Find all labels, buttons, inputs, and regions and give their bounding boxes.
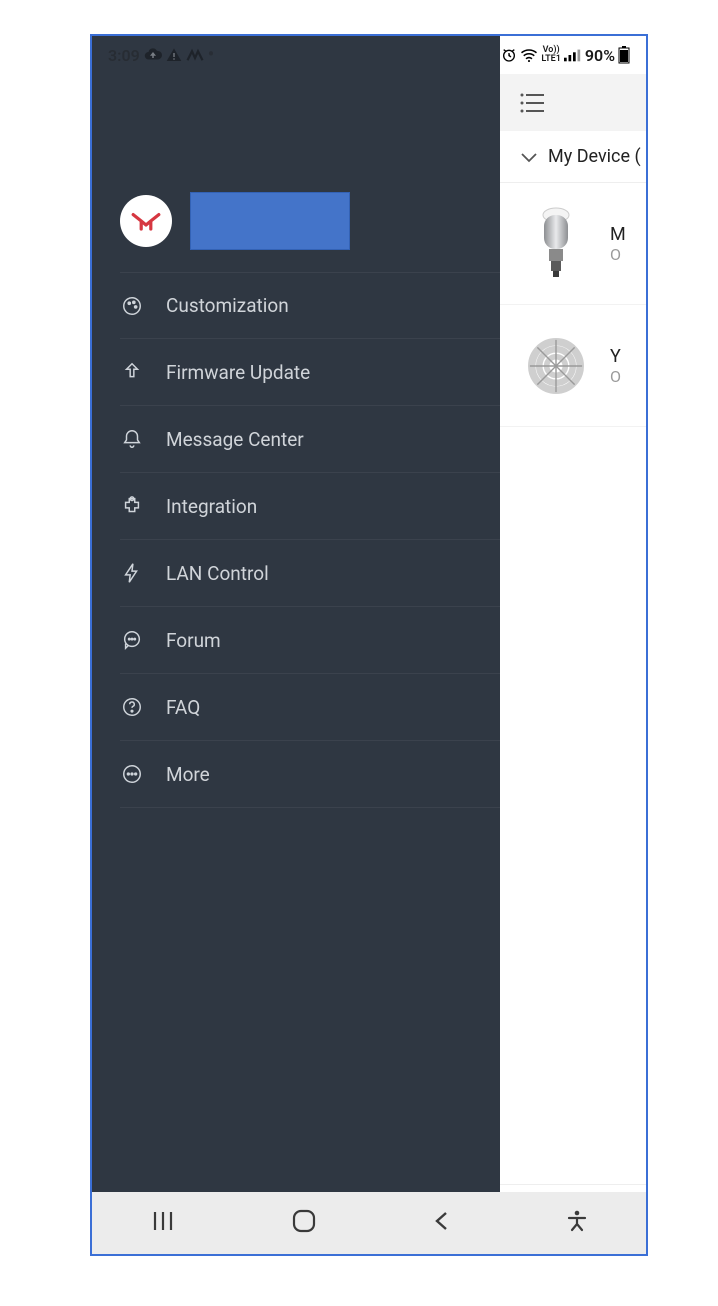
puzzle-icon [120, 495, 144, 517]
volte-net: LTE1 [541, 55, 561, 64]
device-sub: O [610, 245, 626, 264]
menu-integration[interactable]: Integration [120, 473, 500, 540]
navigation-drawer: Customization Firmware Update Message Ce… [92, 36, 500, 1194]
bolt-icon [120, 562, 144, 584]
status-bar: 3:09 • Vo)) LTE1 90% [92, 36, 646, 74]
account-box[interactable] [190, 192, 350, 250]
device-sub: O [610, 367, 621, 386]
status-right: Vo)) LTE1 90% [501, 46, 630, 65]
device-row-strip[interactable]: Y O [500, 305, 648, 427]
palette-icon [120, 295, 144, 317]
strip-thumb [528, 336, 584, 396]
menu-label: Firmware Update [166, 361, 310, 384]
drawer-header [92, 74, 500, 272]
battery-text: 90% [585, 46, 615, 65]
menu-label: LAN Control [166, 562, 269, 585]
device-group-header[interactable]: My Device ( [500, 131, 648, 183]
status-left: 3:09 • [108, 46, 214, 65]
cloud-icon [144, 46, 162, 64]
dot-icon: • [208, 46, 214, 64]
upload-icon [120, 361, 144, 383]
menu-label: Integration [166, 495, 257, 518]
main-panel: My Device ( M O [500, 36, 648, 1194]
recent-apps-button[interactable] [149, 1209, 177, 1237]
menu-label: More [166, 763, 210, 786]
back-button[interactable] [432, 1209, 452, 1237]
status-time: 3:09 [108, 46, 140, 65]
menu-list: Customization Firmware Update Message Ce… [92, 272, 500, 808]
device-title: Y [610, 346, 621, 367]
accessibility-button[interactable] [565, 1209, 589, 1237]
help-icon [120, 696, 144, 718]
main-topbar [500, 74, 648, 131]
menu-label: Customization [166, 294, 289, 317]
device-group-title: My Device ( [548, 146, 641, 167]
bulb-thumb [528, 207, 584, 281]
menu-label: FAQ [166, 696, 200, 719]
m-icon [186, 48, 204, 62]
menu-message-center[interactable]: Message Center [120, 406, 500, 473]
bell-icon [120, 428, 144, 450]
menu-label: Forum [166, 629, 221, 652]
device-row-bulb[interactable]: M O [500, 183, 648, 305]
menu-forum[interactable]: Forum [120, 607, 500, 674]
app-logo [120, 195, 172, 247]
signal-icon [564, 48, 582, 62]
warning-icon [166, 47, 182, 63]
hamburger-icon[interactable] [520, 92, 546, 114]
app-frame: 3:09 • Vo)) LTE1 90% [90, 34, 648, 1256]
menu-more[interactable]: More [120, 741, 500, 808]
menu-customization[interactable]: Customization [120, 272, 500, 339]
android-navbar [92, 1192, 646, 1254]
chevron-down-icon [520, 150, 538, 164]
wifi-icon [520, 48, 538, 62]
home-button[interactable] [290, 1207, 318, 1239]
battery-icon [618, 46, 630, 64]
chat-icon [120, 629, 144, 651]
alarm-icon [501, 47, 517, 63]
menu-lan-control[interactable]: LAN Control [120, 540, 500, 607]
more-icon [120, 763, 144, 785]
menu-label: Message Center [166, 428, 304, 451]
device-title: M [610, 224, 626, 245]
menu-faq[interactable]: FAQ [120, 674, 500, 741]
menu-firmware-update[interactable]: Firmware Update [120, 339, 500, 406]
